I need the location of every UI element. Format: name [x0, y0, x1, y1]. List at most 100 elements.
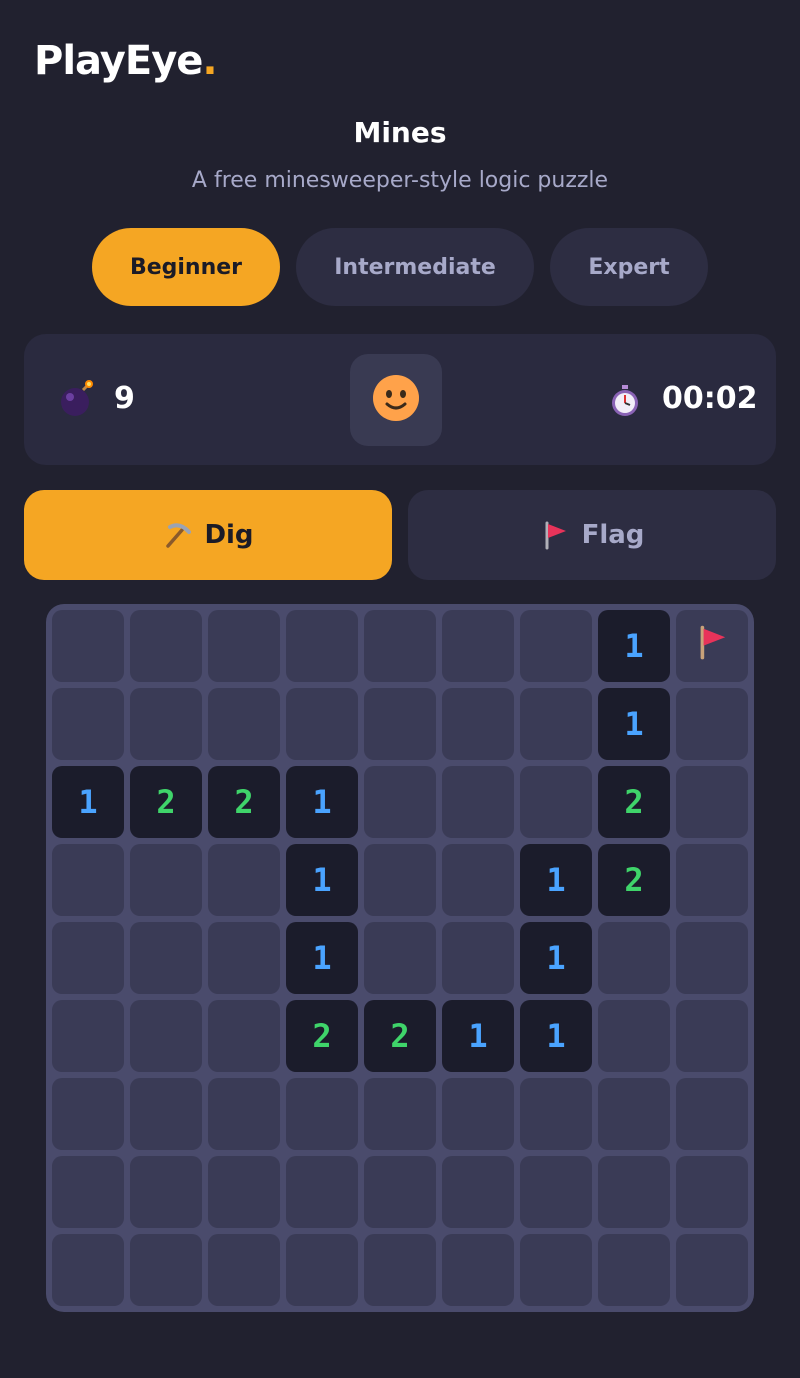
hidden-cell[interactable]	[676, 1000, 748, 1072]
revealed-number-cell[interactable]: 2	[364, 1000, 436, 1072]
hidden-cell[interactable]	[520, 1156, 592, 1228]
hidden-cell[interactable]	[676, 1078, 748, 1150]
hidden-cell[interactable]	[286, 1234, 358, 1306]
hidden-cell[interactable]	[676, 1156, 748, 1228]
hidden-cell[interactable]	[598, 1000, 670, 1072]
hidden-cell[interactable]	[442, 610, 514, 682]
hidden-cell[interactable]	[364, 688, 436, 760]
revealed-number-cell[interactable]: 1	[52, 766, 124, 838]
hidden-cell[interactable]	[208, 688, 280, 760]
hidden-cell[interactable]	[52, 1234, 124, 1306]
game-subtitle: A free minesweeper-style logic puzzle	[191, 168, 609, 193]
hidden-cell[interactable]	[130, 1078, 202, 1150]
hidden-cell[interactable]	[52, 1000, 124, 1072]
hidden-cell[interactable]	[442, 1078, 514, 1150]
cell-number: 1	[312, 861, 332, 899]
hidden-cell[interactable]	[676, 766, 748, 838]
hidden-cell[interactable]	[130, 610, 202, 682]
dig-mode-button[interactable]: Dig	[24, 490, 392, 580]
hidden-cell[interactable]	[52, 610, 124, 682]
hidden-cell[interactable]	[364, 844, 436, 916]
hidden-cell[interactable]	[520, 1234, 592, 1306]
hidden-cell[interactable]	[676, 1234, 748, 1306]
smiley-face-icon	[371, 373, 421, 427]
revealed-number-cell[interactable]: 2	[598, 844, 670, 916]
hidden-cell[interactable]	[208, 610, 280, 682]
hidden-cell[interactable]	[364, 922, 436, 994]
difficulty-beginner-button[interactable]: Beginner	[92, 228, 280, 306]
cell-number: 1	[312, 939, 332, 977]
hidden-cell[interactable]	[286, 688, 358, 760]
reset-face-button[interactable]	[350, 354, 442, 446]
revealed-number-cell[interactable]: 1	[442, 1000, 514, 1072]
hidden-cell[interactable]	[52, 1156, 124, 1228]
revealed-number-cell[interactable]: 2	[286, 1000, 358, 1072]
hidden-cell[interactable]	[598, 922, 670, 994]
hidden-cell[interactable]	[130, 1000, 202, 1072]
hidden-cell[interactable]	[442, 688, 514, 760]
hidden-cell[interactable]	[442, 1156, 514, 1228]
cell-number: 2	[156, 783, 176, 821]
hidden-cell[interactable]	[208, 844, 280, 916]
pickaxe-icon	[162, 520, 192, 550]
hidden-cell[interactable]	[676, 688, 748, 760]
hidden-cell[interactable]	[442, 922, 514, 994]
hidden-cell[interactable]	[130, 922, 202, 994]
revealed-number-cell[interactable]: 1	[598, 610, 670, 682]
hidden-cell[interactable]	[208, 1234, 280, 1306]
hidden-cell[interactable]	[364, 1234, 436, 1306]
revealed-number-cell[interactable]: 1	[520, 844, 592, 916]
cell-number: 1	[624, 627, 644, 665]
hidden-cell[interactable]	[520, 688, 592, 760]
hidden-cell[interactable]	[364, 1078, 436, 1150]
hidden-cell[interactable]	[286, 1078, 358, 1150]
hidden-cell[interactable]	[364, 766, 436, 838]
hidden-cell[interactable]	[442, 766, 514, 838]
cell-number: 1	[624, 705, 644, 743]
revealed-number-cell[interactable]: 1	[520, 1000, 592, 1072]
hidden-cell[interactable]	[598, 1156, 670, 1228]
hidden-cell[interactable]	[364, 1156, 436, 1228]
hidden-cell[interactable]	[286, 1156, 358, 1228]
hidden-cell[interactable]	[286, 610, 358, 682]
hidden-cell[interactable]	[676, 844, 748, 916]
flagged-cell[interactable]	[676, 610, 748, 682]
revealed-number-cell[interactable]: 2	[208, 766, 280, 838]
hidden-cell[interactable]	[442, 1234, 514, 1306]
flag-mode-button[interactable]: Flag	[408, 490, 776, 580]
revealed-number-cell[interactable]: 2	[598, 766, 670, 838]
mines-remaining-counter: 9	[114, 381, 135, 416]
logo[interactable]: PlayEye.	[34, 36, 218, 86]
revealed-number-cell[interactable]: 1	[286, 766, 358, 838]
difficulty-expert-button[interactable]: Expert	[550, 228, 708, 306]
hidden-cell[interactable]	[442, 844, 514, 916]
hidden-cell[interactable]	[520, 766, 592, 838]
revealed-number-cell[interactable]: 1	[598, 688, 670, 760]
hidden-cell[interactable]	[676, 922, 748, 994]
logo-dot: .	[202, 38, 217, 84]
hidden-cell[interactable]	[598, 1078, 670, 1150]
hidden-cell[interactable]	[52, 922, 124, 994]
revealed-number-cell[interactable]: 2	[130, 766, 202, 838]
hidden-cell[interactable]	[130, 1234, 202, 1306]
hidden-cell[interactable]	[52, 688, 124, 760]
hidden-cell[interactable]	[130, 844, 202, 916]
hidden-cell[interactable]	[364, 610, 436, 682]
revealed-number-cell[interactable]: 1	[286, 922, 358, 994]
hidden-cell[interactable]	[130, 1156, 202, 1228]
hidden-cell[interactable]	[520, 610, 592, 682]
hidden-cell[interactable]	[208, 922, 280, 994]
hidden-cell[interactable]	[52, 844, 124, 916]
hidden-cell[interactable]	[208, 1078, 280, 1150]
hidden-cell[interactable]	[208, 1156, 280, 1228]
hidden-cell[interactable]	[208, 1000, 280, 1072]
hidden-cell[interactable]	[598, 1234, 670, 1306]
cell-number: 2	[624, 861, 644, 899]
hidden-cell[interactable]	[52, 1078, 124, 1150]
hidden-cell[interactable]	[130, 688, 202, 760]
cell-number: 1	[312, 783, 332, 821]
hidden-cell[interactable]	[520, 1078, 592, 1150]
revealed-number-cell[interactable]: 1	[286, 844, 358, 916]
difficulty-intermediate-button[interactable]: Intermediate	[296, 228, 534, 306]
revealed-number-cell[interactable]: 1	[520, 922, 592, 994]
